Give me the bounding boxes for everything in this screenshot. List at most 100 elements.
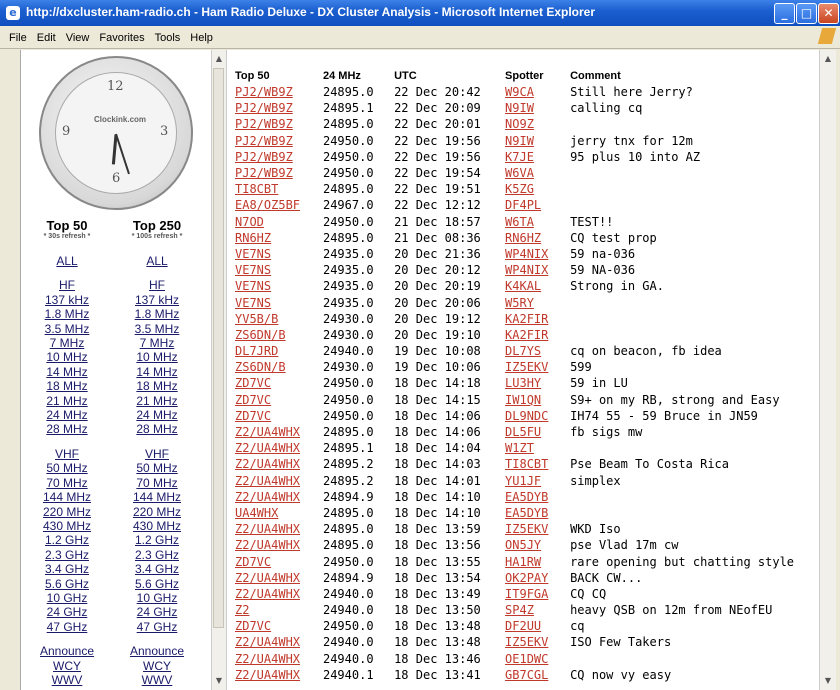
spotter-link[interactable]: IZ5EKV — [505, 360, 548, 374]
top50-band-link[interactable]: 10 GHz — [21, 591, 113, 605]
spots-scrollbar[interactable]: ▲ ▼ — [819, 50, 836, 690]
dx-callsign-link[interactable]: Z2/UA4WHX — [235, 425, 300, 439]
top250-band-link[interactable]: 1.2 GHz — [111, 533, 203, 547]
top50-band-link[interactable]: 220 MHz — [21, 505, 113, 519]
spotter-link[interactable]: K7JE — [505, 150, 534, 164]
top250-band-link[interactable]: 3.5 MHz — [111, 322, 203, 336]
spotter-link[interactable]: IZ5EKV — [505, 635, 548, 649]
top250-band-link[interactable]: 47 GHz — [111, 620, 203, 634]
top250-hf-link[interactable]: HF — [111, 278, 203, 292]
dx-callsign-link[interactable]: PJ2/WB9Z — [235, 85, 293, 99]
spotter-link[interactable]: KA2FIR — [505, 328, 548, 342]
spotter-link[interactable]: W6TA — [505, 215, 534, 229]
spotter-link[interactable]: EA5DYB — [505, 490, 548, 504]
dx-callsign-link[interactable]: ZD7VC — [235, 393, 271, 407]
top250-band-link[interactable]: 220 MHz — [111, 505, 203, 519]
close-button[interactable]: ✕ — [818, 3, 839, 24]
top250-band-link[interactable]: 430 MHz — [111, 519, 203, 533]
top250-wcy-link[interactable]: WCY — [111, 659, 203, 673]
dx-callsign-link[interactable]: PJ2/WB9Z — [235, 117, 293, 131]
dx-callsign-link[interactable]: Z2/UA4WHX — [235, 635, 300, 649]
spotter-link[interactable]: RN6HZ — [505, 231, 541, 245]
scroll-up-arrow-icon[interactable]: ▲ — [213, 52, 225, 66]
top50-band-link[interactable]: 1.8 MHz — [21, 307, 113, 321]
dx-callsign-link[interactable]: Z2/UA4WHX — [235, 571, 300, 585]
top250-band-link[interactable]: 28 MHz — [111, 422, 203, 436]
top250-band-link[interactable]: 3.4 GHz — [111, 562, 203, 576]
spotter-link[interactable]: NO9Z — [505, 117, 534, 131]
top50-band-link[interactable]: 137 kHz — [21, 293, 113, 307]
dx-callsign-link[interactable]: YV5B/B — [235, 312, 278, 326]
top250-announce-link[interactable]: Announce — [111, 644, 203, 658]
spotter-link[interactable]: DL7YS — [505, 344, 541, 358]
top250-band-link[interactable]: 21 MHz — [111, 394, 203, 408]
top250-band-link[interactable]: 14 MHz — [111, 365, 203, 379]
dx-callsign-link[interactable]: ZS6DN/B — [235, 360, 286, 374]
top250-band-link[interactable]: 10 MHz — [111, 350, 203, 364]
top250-wwv-link[interactable]: WWV — [111, 673, 203, 687]
spotter-link[interactable]: GB7CGL — [505, 668, 548, 682]
top50-band-link[interactable]: 14 MHz — [21, 365, 113, 379]
menu-favorites[interactable]: Favorites — [94, 28, 149, 44]
dx-callsign-link[interactable]: PJ2/WB9Z — [235, 101, 293, 115]
menu-file[interactable]: File — [4, 28, 32, 44]
top250-all-link[interactable]: ALL — [111, 254, 203, 268]
dx-callsign-link[interactable]: Z2/UA4WHX — [235, 522, 300, 536]
menu-tools[interactable]: Tools — [150, 28, 186, 44]
spotter-link[interactable]: KA2FIR — [505, 312, 548, 326]
spotter-link[interactable]: ON5JY — [505, 538, 541, 552]
spotter-link[interactable]: W1ZT — [505, 441, 534, 455]
spotter-link[interactable]: YU1JF — [505, 474, 541, 488]
scroll-down-arrow-icon[interactable]: ▼ — [822, 674, 834, 688]
minimize-button[interactable]: _ — [774, 3, 795, 24]
dx-callsign-link[interactable]: RN6HZ — [235, 231, 271, 245]
top50-band-link[interactable]: 144 MHz — [21, 490, 113, 504]
top50-wcy-link[interactable]: WCY — [21, 659, 113, 673]
top50-band-link[interactable]: 2.3 GHz — [21, 548, 113, 562]
top50-band-link[interactable]: 47 GHz — [21, 620, 113, 634]
top50-band-link[interactable]: 24 GHz — [21, 605, 113, 619]
top250-band-link[interactable]: 10 GHz — [111, 591, 203, 605]
spotter-link[interactable]: DL9NDC — [505, 409, 548, 423]
top50-band-link[interactable]: 18 MHz — [21, 379, 113, 393]
menu-view[interactable]: View — [61, 28, 95, 44]
top50-band-link[interactable]: 430 MHz — [21, 519, 113, 533]
top50-all-link[interactable]: ALL — [21, 254, 113, 268]
dx-callsign-link[interactable]: VE7NS — [235, 247, 271, 261]
dx-callsign-link[interactable]: DL7JRD — [235, 344, 278, 358]
dx-callsign-link[interactable]: ZD7VC — [235, 619, 271, 633]
dx-callsign-link[interactable]: PJ2/WB9Z — [235, 134, 293, 148]
dx-callsign-link[interactable]: ZD7VC — [235, 409, 271, 423]
top50-band-link[interactable]: 1.2 GHz — [21, 533, 113, 547]
dx-callsign-link[interactable]: Z2/UA4WHX — [235, 538, 300, 552]
spotter-link[interactable]: IW1QN — [505, 393, 541, 407]
top50-band-link[interactable]: 7 MHz — [21, 336, 113, 350]
dx-callsign-link[interactable]: Z2/UA4WHX — [235, 474, 300, 488]
dx-callsign-link[interactable]: VE7NS — [235, 279, 271, 293]
spotter-link[interactable]: W9CA — [505, 85, 534, 99]
dx-callsign-link[interactable]: N7OD — [235, 215, 264, 229]
top250-vhf-link[interactable]: VHF — [111, 447, 203, 461]
spotter-link[interactable]: K4KAL — [505, 279, 541, 293]
top250-band-link[interactable]: 1.8 MHz — [111, 307, 203, 321]
dx-callsign-link[interactable]: Z2/UA4WHX — [235, 587, 300, 601]
spotter-link[interactable]: N9IW — [505, 134, 534, 148]
spotter-link[interactable]: W5RY — [505, 296, 534, 310]
top50-band-link[interactable]: 10 MHz — [21, 350, 113, 364]
top50-band-link[interactable]: 28 MHz — [21, 422, 113, 436]
spotter-link[interactable]: OE1DWC — [505, 652, 548, 666]
top50-band-link[interactable]: 21 MHz — [21, 394, 113, 408]
top50-hf-link[interactable]: HF — [21, 278, 113, 292]
dx-callsign-link[interactable]: Z2 — [235, 603, 249, 617]
dx-callsign-link[interactable]: Z2/UA4WHX — [235, 652, 300, 666]
dx-callsign-link[interactable]: Z2/UA4WHX — [235, 490, 300, 504]
top50-band-link[interactable]: 24 MHz — [21, 408, 113, 422]
spotter-link[interactable]: EA5DYB — [505, 506, 548, 520]
nav-scroll-thumb[interactable] — [213, 68, 224, 628]
spotter-link[interactable]: IT9FGA — [505, 587, 548, 601]
spotter-link[interactable]: SP4Z — [505, 603, 534, 617]
spotter-link[interactable]: HA1RW — [505, 555, 541, 569]
top250-band-link[interactable]: 50 MHz — [111, 461, 203, 475]
top250-band-link[interactable]: 24 MHz — [111, 408, 203, 422]
top250-band-link[interactable]: 5.6 GHz — [111, 577, 203, 591]
